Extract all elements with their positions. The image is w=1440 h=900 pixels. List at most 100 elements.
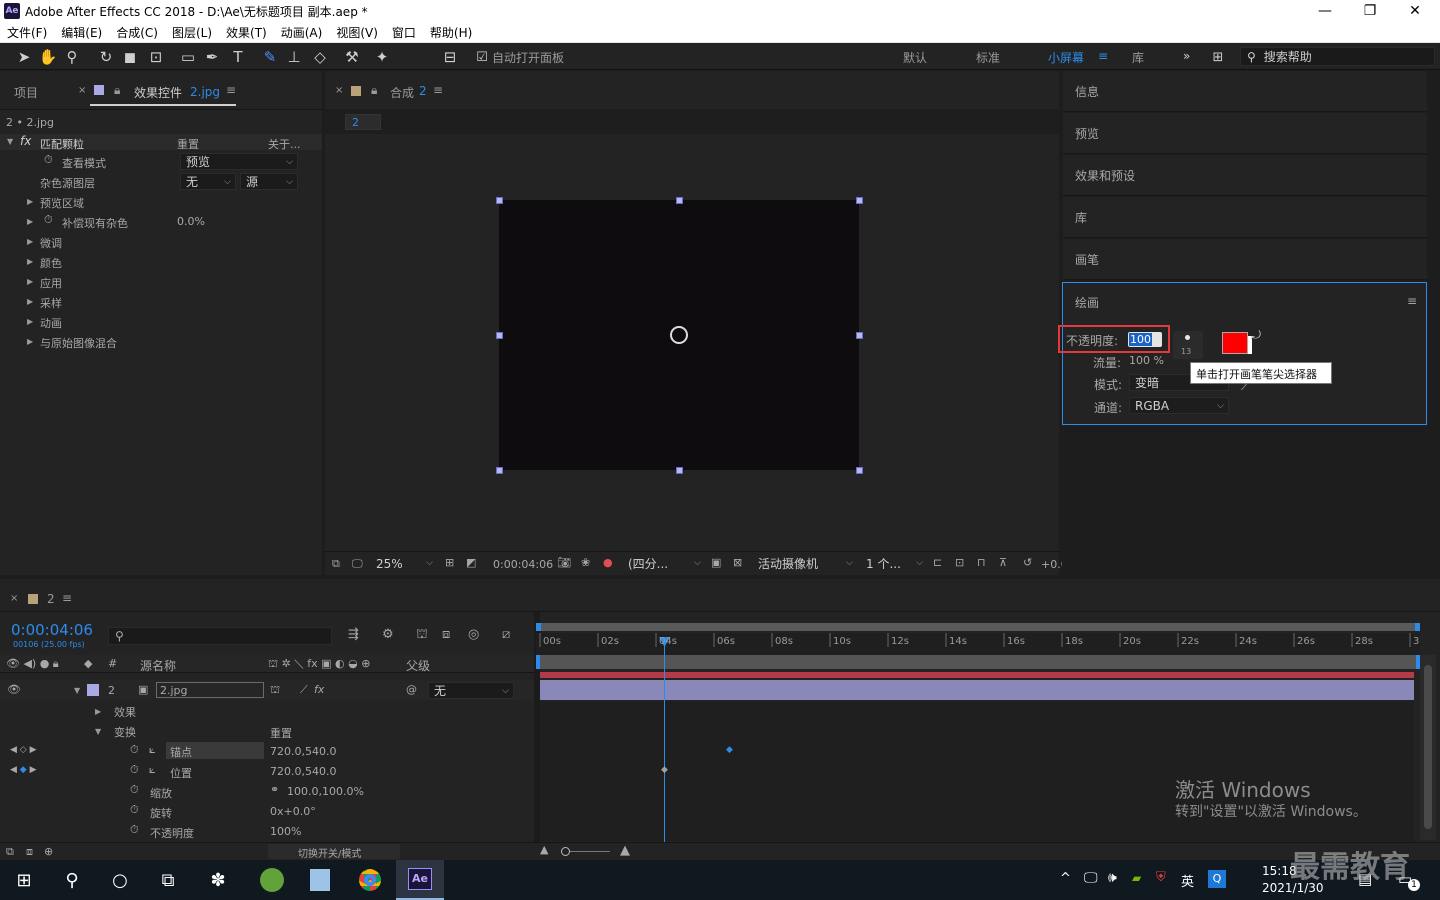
section-color[interactable]: 颜色 xyxy=(40,255,62,271)
menu-window[interactable]: 窗口 xyxy=(385,24,423,41)
more-workspaces-icon[interactable]: » xyxy=(1183,49,1190,63)
after-effects-taskbar-button[interactable]: Ae xyxy=(396,860,444,900)
menu-edit[interactable]: 编辑(E) xyxy=(54,24,109,41)
keyframe-nav-icon[interactable]: ◀ ◆ ▶ xyxy=(10,765,37,775)
lock-icon[interactable]: 🔒︎ xyxy=(371,83,377,98)
workspace-standard[interactable]: 标准 xyxy=(976,49,1000,66)
noise-source-option-dropdown[interactable]: 源 ⌵ xyxy=(240,173,298,190)
in-out-panes-icon[interactable]: ⊕ xyxy=(44,845,53,858)
layer-switches-icon[interactable]: ⧉ xyxy=(6,845,14,859)
tray-chevron-up-icon[interactable]: ^ xyxy=(1060,871,1071,886)
notepad-app-icon[interactable] xyxy=(306,866,334,894)
keyframe-diamond[interactable]: ◆ xyxy=(661,765,668,775)
library-panel-header[interactable]: 库 xyxy=(1063,197,1427,238)
expand-triangle-icon[interactable]: ▶ xyxy=(27,297,33,306)
volume-icon[interactable]: 🕪︎ xyxy=(1108,870,1117,886)
channel-icon[interactable]: ● xyxy=(603,556,613,569)
comp-breadcrumb[interactable]: 2 xyxy=(345,114,381,130)
fx-icon[interactable]: fx xyxy=(20,134,31,148)
position-value[interactable]: 720.0,540.0 xyxy=(270,765,336,778)
transform-handle[interactable] xyxy=(856,467,863,474)
flow-value[interactable]: 100 % xyxy=(1129,354,1164,367)
preview-panel-header[interactable]: 预览 xyxy=(1063,113,1427,154)
graph-icon[interactable]: ⟀ xyxy=(149,743,156,757)
stopwatch-icon[interactable]: ⏱ xyxy=(130,803,139,817)
stopwatch-icon[interactable]: ⏱ xyxy=(130,823,139,837)
transform-handle[interactable] xyxy=(676,197,683,204)
reset-link[interactable]: 重置 xyxy=(177,136,199,152)
reset-exposure-icon[interactable]: ↺ xyxy=(1023,556,1032,569)
scrollbar-thumb[interactable] xyxy=(1424,665,1432,829)
section-tweak[interactable]: 微调 xyxy=(40,235,62,251)
frame-blending-icon[interactable]: ⧈ xyxy=(442,627,450,642)
grid-icon[interactable]: ⊞ xyxy=(445,556,454,569)
channel-dropdown[interactable]: RGBA ⌵ xyxy=(1129,397,1229,414)
layer-name-field[interactable]: 2.jpg xyxy=(156,682,264,698)
panel-toggle-icon[interactable]: ⊟ xyxy=(440,47,460,67)
transform-group-label[interactable]: 变换 xyxy=(114,724,136,740)
section-apply[interactable]: 应用 xyxy=(40,275,62,291)
section-blend-original[interactable]: 与原始图像混合 xyxy=(40,335,117,351)
effects-group-label[interactable]: 效果 xyxy=(114,704,136,720)
zoom-slider-knob[interactable] xyxy=(561,847,570,856)
menu-help[interactable]: 帮助(H) xyxy=(423,24,479,41)
menu-composition[interactable]: 合成(C) xyxy=(109,24,165,41)
nvidia-icon[interactable]: ▰ xyxy=(1132,871,1141,885)
region-of-interest-icon[interactable]: ▣ xyxy=(711,556,721,569)
menu-layer[interactable]: 图层(L) xyxy=(165,24,219,41)
transform-handle[interactable] xyxy=(856,197,863,204)
anchor-point-value[interactable]: 720.0,540.0 xyxy=(270,745,336,758)
section-animation[interactable]: 动画 xyxy=(40,315,62,331)
tab-composition[interactable]: 合成 xyxy=(390,84,414,101)
view-layout-dropdown[interactable]: 1 个... ⌵ xyxy=(861,555,927,572)
expand-triangle-icon[interactable]: ▶ xyxy=(27,217,33,226)
tab-timeline-comp[interactable]: 2 xyxy=(47,592,55,606)
zoom-in-icon[interactable]: ▲ xyxy=(620,843,630,858)
shy-layers-icon[interactable]: ⛫ xyxy=(416,627,428,644)
work-area-end-handle[interactable] xyxy=(1415,623,1420,631)
minimize-icon[interactable]: — xyxy=(1302,0,1348,22)
scale-value[interactable]: 100.0,100.0% xyxy=(287,785,364,798)
section-sampling[interactable]: 采样 xyxy=(40,295,62,311)
expand-triangle-icon[interactable]: ▶ xyxy=(95,707,101,716)
pick-whip-icon[interactable]: @ xyxy=(406,683,417,696)
flowchart-icon[interactable]: ⊼ xyxy=(999,556,1007,569)
pen-tool-icon[interactable]: ✒ xyxy=(202,47,222,67)
quality-switch-icon[interactable]: ⟋ xyxy=(300,683,308,697)
compensate-noise-value[interactable]: 0.0% xyxy=(177,215,205,228)
auto-open-checkbox[interactable]: ☑ xyxy=(472,47,492,67)
stopwatch-icon[interactable]: ⏱ xyxy=(44,213,53,227)
hand-tool-icon[interactable]: ✋ xyxy=(38,47,58,67)
menu-file[interactable]: 文件(F) xyxy=(0,24,54,41)
stopwatch-icon[interactable]: ⏱ xyxy=(130,743,139,757)
draft-3d-icon[interactable]: ⚙ xyxy=(382,627,394,642)
close-tab-icon[interactable]: × xyxy=(10,593,18,604)
source-name-column[interactable]: 源名称 xyxy=(140,657,176,674)
chrome-icon[interactable] xyxy=(356,866,384,894)
selection-tool-icon[interactable]: ➤ xyxy=(14,47,34,67)
roto-brush-tool-icon[interactable]: ⚒ xyxy=(342,47,362,67)
close-tab-icon[interactable]: × xyxy=(335,85,343,96)
effect-header-row[interactable]: ▼ fx 匹配颗粒 重置 关于... xyxy=(0,134,322,152)
transparency-grid-icon[interactable]: ⊠ xyxy=(733,556,742,569)
label-color-swatch[interactable] xyxy=(87,684,99,696)
stopwatch-icon[interactable]: ⏱ xyxy=(130,783,139,797)
workspace-small-screen[interactable]: 小屏幕 xyxy=(1048,49,1084,66)
anchor-point-row[interactable]: 锚点 xyxy=(166,742,264,759)
workspace-menu-icon[interactable]: ≡ xyxy=(1098,49,1108,63)
about-link[interactable]: 关于... xyxy=(268,136,301,152)
tab-comp-number[interactable]: 2 xyxy=(419,84,427,98)
maximize-icon[interactable]: ❐ xyxy=(1347,0,1393,22)
graph-icon[interactable]: ⟀ xyxy=(149,763,156,777)
ime-indicator[interactable]: 英 xyxy=(1181,871,1194,890)
sync-settings-icon[interactable]: ⊞ xyxy=(1208,47,1228,67)
close-icon[interactable]: ✕ xyxy=(1392,0,1438,22)
task-view-icon[interactable]: ⧉ xyxy=(154,866,182,894)
toggle-pixel-icon[interactable]: ⊏ xyxy=(933,556,942,569)
tab-effect-controls[interactable]: 效果控件 xyxy=(134,84,182,101)
info-panel-header[interactable]: 信息 xyxy=(1063,71,1427,112)
view-mode-dropdown[interactable]: 预览 ⌵ xyxy=(180,153,298,170)
tab-effect-file[interactable]: 2.jpg xyxy=(190,85,220,99)
transform-reset-link[interactable]: 重置 xyxy=(270,725,292,741)
pan-behind-tool-icon[interactable]: ⊡ xyxy=(146,47,166,67)
